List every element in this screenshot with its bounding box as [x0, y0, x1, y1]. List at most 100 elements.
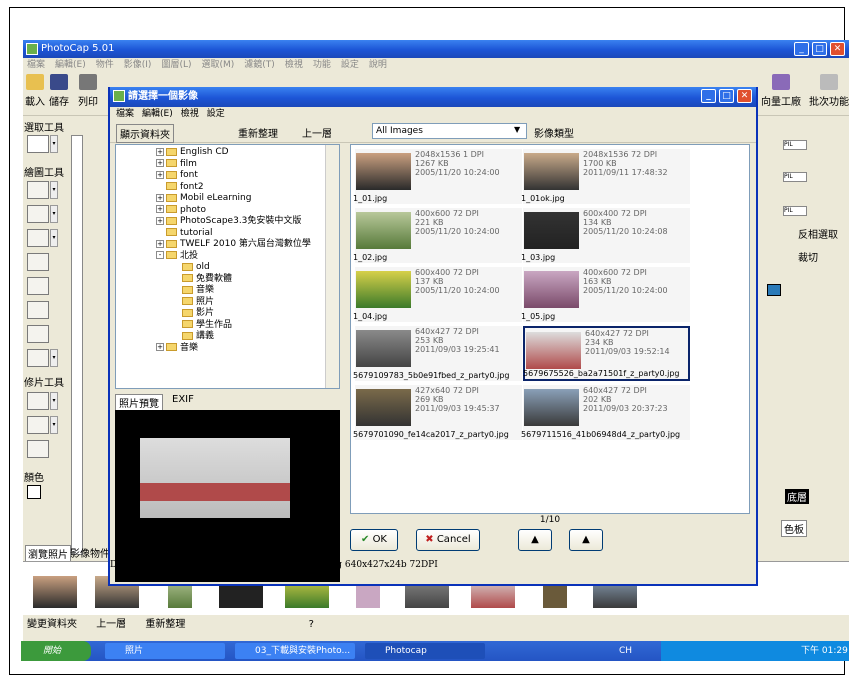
dialog-close-button[interactable]: ✕ — [737, 89, 752, 103]
menu-filter[interactable]: 濾鏡(T) — [244, 60, 275, 70]
up-level-button[interactable]: 上一層 — [96, 619, 126, 630]
tree-node[interactable]: - 北投 — [156, 251, 198, 262]
menu-settings[interactable]: 設定 — [341, 60, 359, 70]
redeye-dropdown[interactable]: ▾ — [50, 392, 58, 410]
chevron-down-icon[interactable]: ▼ — [514, 125, 520, 134]
dialog-maximize-button[interactable]: □ — [719, 89, 734, 103]
tree-node[interactable]: + photo — [156, 205, 206, 216]
tab-photo-preview[interactable]: 照片預覽 — [115, 394, 163, 411]
expand-toggle-icon[interactable]: + — [156, 159, 164, 167]
thumbnail-cell[interactable]: 2048x1536 1 DPI 1267 KB 2005/11/20 10:24:0… — [353, 149, 522, 204]
dialog-menu-settings[interactable]: 設定 — [207, 109, 225, 119]
thumbnail-cell[interactable]: 400x600 72 DPI 221 KB 2005/11/20 10:24:00 1… — [353, 208, 522, 263]
thumbnail-cell[interactable]: 600x400 72 DPI 137 KB 2005/11/20 10:24:00 1… — [353, 267, 522, 322]
tab-exif[interactable]: EXIF — [169, 394, 197, 405]
eraser-dropdown[interactable]: ▾ — [50, 205, 58, 223]
menu-layer[interactable]: 圖層(L) — [161, 60, 191, 70]
eraser-tool[interactable] — [27, 205, 49, 223]
tab-browse-photos[interactable]: 瀏覽照片 — [25, 545, 71, 562]
expand-toggle-icon[interactable]: + — [156, 343, 164, 351]
strip-thumb-1[interactable] — [33, 576, 77, 608]
refresh-button[interactable]: 重新整理 — [145, 619, 185, 630]
menu-function[interactable]: 功能 — [313, 60, 331, 70]
image-type-select[interactable]: All Images — [372, 123, 527, 139]
tab-image-objects[interactable]: 影像物件 — [70, 545, 110, 560]
tree-node[interactable]: 講義 — [172, 331, 214, 342]
dialog-menu-view[interactable]: 檢視 — [181, 109, 199, 119]
eyedropper-tool[interactable] — [27, 325, 49, 343]
tree-node[interactable]: + Mobil eLearning — [156, 193, 251, 204]
clone-tool[interactable] — [27, 416, 49, 434]
thumbnail-cell[interactable]: 427x640 72 DPI 269 KB 2011/09/03 19:45:37 5… — [353, 385, 522, 440]
shape-dropdown[interactable]: ▾ — [50, 349, 58, 367]
ime-indicator[interactable]: CH — [619, 641, 632, 661]
invert-select-button[interactable]: 反相選取 — [798, 226, 838, 241]
smudge-tool[interactable] — [27, 440, 49, 458]
tree-node[interactable]: 學生作品 — [172, 320, 232, 331]
menu-view[interactable]: 檢視 — [285, 60, 303, 70]
minimize-button[interactable]: _ — [794, 42, 809, 56]
dialog-menu-edit[interactable]: 編輯(E) — [142, 109, 173, 119]
dialog-up-button[interactable]: 上一層 — [302, 125, 332, 140]
help-button[interactable]: ? — [309, 619, 314, 630]
expand-toggle-icon[interactable]: - — [156, 251, 164, 259]
load-button[interactable]: 載入 — [25, 74, 45, 108]
crop-button[interactable]: 裁切 — [798, 249, 818, 264]
thumbnail-cell[interactable]: 2048x1536 72 DPI 1700 KB 2011/09/11 17:48:… — [521, 149, 690, 204]
tree-node[interactable]: + English CD — [156, 147, 229, 158]
px-field-3[interactable]: PIL — [783, 206, 807, 216]
close-button[interactable]: ✕ — [830, 42, 845, 56]
tree-node[interactable]: 照片 — [172, 297, 214, 308]
tree-node[interactable]: 影片 — [172, 308, 214, 319]
start-button[interactable]: 開始 — [21, 641, 91, 661]
tree-node[interactable]: + font — [156, 170, 198, 181]
pencil-tool[interactable] — [27, 181, 49, 199]
dialog-menu-file[interactable]: 檔案 — [116, 109, 134, 119]
tree-node[interactable]: + film — [156, 159, 197, 170]
dialog-refresh-button[interactable]: 重新整理 — [238, 125, 278, 140]
pencil-dropdown[interactable]: ▾ — [50, 181, 58, 199]
tree-node[interactable]: 音樂 — [172, 285, 214, 296]
rotate-right-button[interactable]: ▲ — [569, 529, 603, 551]
task-photos[interactable]: 照片 — [105, 643, 225, 659]
tree-node[interactable]: old — [172, 262, 210, 273]
rect-select-dropdown[interactable]: ▾ — [50, 135, 58, 153]
menu-edit[interactable]: 編輯(E) — [55, 60, 86, 70]
rotate-left-button[interactable]: ▲ — [518, 529, 552, 551]
foreground-color-swatch[interactable] — [27, 485, 41, 499]
brush-tool[interactable] — [27, 229, 49, 247]
menu-select[interactable]: 選取(M) — [201, 60, 234, 70]
tree-node[interactable]: font2 — [156, 182, 204, 193]
rect-select-tool[interactable] — [27, 135, 49, 153]
dialog-minimize-button[interactable]: _ — [701, 89, 716, 103]
ok-button[interactable]: ✔ OK — [350, 529, 398, 551]
menu-file[interactable]: 檔案 — [27, 60, 45, 70]
swatch-tab[interactable]: 色板 — [781, 520, 807, 537]
tree-node[interactable]: + PhotoScape3.3免安裝中文版 — [156, 216, 301, 227]
redeye-tool[interactable] — [27, 392, 49, 410]
print-button[interactable]: 列印 — [73, 74, 103, 108]
menu-image[interactable]: 影像(I) — [124, 60, 152, 70]
thumbnail-cell[interactable]: 640x427 72 DPI 234 KB 2011/09/03 19:52:14 5… — [523, 326, 690, 381]
batch-button[interactable]: 批次功能 — [809, 74, 849, 108]
show-folders-button[interactable]: 顯示資料夾 — [116, 124, 174, 143]
layer-icon[interactable] — [767, 284, 781, 296]
fill-tool[interactable] — [27, 277, 49, 295]
menu-object[interactable]: 物件 — [96, 60, 114, 70]
change-folder-button[interactable]: 變更資料夾 — [27, 619, 77, 630]
px-field-2[interactable]: PIL — [783, 172, 807, 182]
expand-toggle-icon[interactable]: + — [156, 239, 164, 248]
tree-node[interactable]: + 音樂 — [156, 343, 198, 354]
tree-node[interactable]: 免費軟體 — [172, 274, 232, 285]
brush-dropdown[interactable]: ▾ — [50, 229, 58, 247]
tree-node[interactable]: tutorial — [156, 228, 212, 239]
expand-toggle-icon[interactable]: + — [156, 205, 164, 213]
save-button[interactable]: 儲存 — [49, 74, 69, 108]
expand-toggle-icon[interactable]: + — [156, 193, 164, 202]
task-photocap[interactable]: Photocap — [365, 643, 485, 659]
px-field[interactable]: PIL — [783, 140, 807, 150]
tree-scrollbar[interactable] — [325, 145, 339, 388]
thumbnail-cell[interactable]: 400x600 72 DPI 163 KB 2005/11/20 10:24:00 1… — [521, 267, 690, 322]
thumbnail-cell[interactable]: 600x400 72 DPI 134 KB 2005/11/20 10:24:08 1… — [521, 208, 690, 263]
cancel-button[interactable]: ✖ Cancel — [416, 529, 480, 551]
